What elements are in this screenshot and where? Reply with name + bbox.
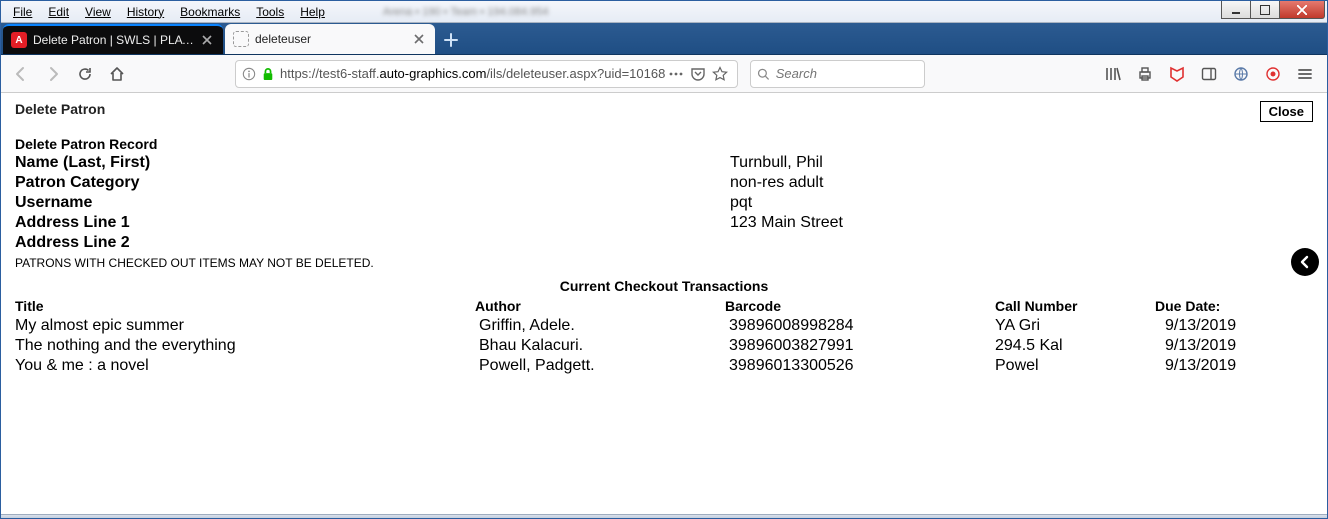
url-text: https://test6-staff.auto-graphics.com/il…: [280, 66, 665, 81]
page-content: Delete Patron Close Delete Patron Record…: [1, 93, 1327, 514]
field-username-value: pqt: [730, 194, 1313, 212]
menu-bookmarks[interactable]: Bookmarks: [172, 3, 248, 21]
delete-warning: PATRONS WITH CHECKED OUT ITEMS MAY NOT B…: [15, 256, 1313, 270]
maximize-button[interactable]: [1250, 1, 1280, 19]
forward-button[interactable]: [39, 60, 67, 88]
field-addr2-label: Address Line 2: [15, 234, 730, 252]
scroll-left-fab[interactable]: [1291, 248, 1319, 276]
col-call: Call Number: [995, 296, 1155, 316]
field-username-label: Username: [15, 194, 730, 212]
tab-2-title: deleteuser: [255, 32, 407, 46]
pocket-icon[interactable]: [687, 66, 709, 82]
menu-edit[interactable]: Edit: [40, 3, 77, 21]
cell-author: Griffin, Adele.: [475, 316, 725, 336]
field-name-value: Turnbull, Phil: [730, 154, 1313, 172]
field-addr1-label: Address Line 1: [15, 214, 730, 232]
bookmark-star-icon[interactable]: [709, 66, 731, 82]
checkout-table: Title Author Barcode Call Number Due Dat…: [15, 296, 1313, 376]
menu-bar: File Edit View History Bookmarks Tools H…: [1, 1, 1327, 23]
record-header: Delete Patron Record: [15, 136, 1313, 152]
sidebar-icon[interactable]: [1197, 62, 1221, 86]
status-bar: [1, 514, 1327, 518]
home-button[interactable]: [103, 60, 131, 88]
cell-due: 9/13/2019: [1155, 336, 1313, 356]
cell-author: Bhau Kalacuri.: [475, 336, 725, 356]
back-button[interactable]: [7, 60, 35, 88]
extension-globe-icon[interactable]: [1229, 62, 1253, 86]
window-controls: [1222, 1, 1325, 19]
menu-file[interactable]: File: [5, 3, 40, 21]
chevron-left-icon: [1298, 255, 1312, 269]
cell-call: Powel: [995, 356, 1155, 376]
app-menu-icon[interactable]: [1293, 62, 1317, 86]
col-title: Title: [15, 296, 475, 316]
tab-1-close-icon[interactable]: [199, 32, 215, 48]
cell-author: Powell, Padgett.: [475, 356, 725, 376]
table-header-row: Title Author Barcode Call Number Due Dat…: [15, 296, 1313, 316]
col-barcode: Barcode: [725, 296, 995, 316]
library-icon[interactable]: [1101, 62, 1125, 86]
close-page-button[interactable]: Close: [1260, 101, 1313, 122]
print-icon[interactable]: [1133, 62, 1157, 86]
url-bar[interactable]: https://test6-staff.auto-graphics.com/il…: [235, 60, 738, 88]
page-actions-icon[interactable]: [665, 66, 687, 82]
cell-barcode: 39896008998284: [725, 316, 995, 336]
search-box[interactable]: [750, 60, 925, 88]
cell-barcode: 39896003827991: [725, 336, 995, 356]
toolbar-icons: [1101, 62, 1321, 86]
cell-title: The nothing and the everything: [15, 336, 475, 356]
search-input[interactable]: [776, 66, 919, 81]
new-tab-button[interactable]: [437, 26, 465, 54]
extension-record-icon[interactable]: [1261, 62, 1285, 86]
tab-1[interactable]: A Delete Patron | SWLS | PLATT |: [3, 24, 223, 54]
site-info-icon[interactable]: [242, 67, 256, 81]
field-addr1-value: 123 Main Street: [730, 214, 1313, 232]
cell-title: My almost epic summer: [15, 316, 475, 336]
field-addr2-value: [730, 234, 1313, 252]
col-author: Author: [475, 296, 725, 316]
field-category-label: Patron Category: [15, 174, 730, 192]
cell-call: 294.5 Kal: [995, 336, 1155, 356]
window-frame: File Edit View History Bookmarks Tools H…: [0, 0, 1328, 519]
minimize-button[interactable]: [1221, 1, 1251, 19]
blank-favicon-icon: [233, 31, 249, 47]
window-close-button[interactable]: [1279, 1, 1325, 19]
cell-title: You & me : a novel: [15, 356, 475, 376]
tab-1-title: Delete Patron | SWLS | PLATT |: [33, 33, 195, 47]
nav-bar: https://test6-staff.auto-graphics.com/il…: [1, 55, 1327, 93]
cell-due: 9/13/2019: [1155, 356, 1313, 376]
table-row: My almost epic summer Griffin, Adele. 39…: [15, 316, 1313, 336]
col-due: Due Date:: [1155, 296, 1313, 316]
search-icon: [757, 67, 769, 81]
cell-call: YA Gri: [995, 316, 1155, 336]
background-window-title: Arena ▪ 190 ▪ Team ▪ 194.084.954: [333, 6, 1323, 18]
tab-2-close-icon[interactable]: [411, 31, 427, 47]
page-title: Delete Patron: [15, 101, 105, 117]
tab-2[interactable]: deleteuser: [225, 24, 435, 54]
checkout-table-title: Current Checkout Transactions: [15, 278, 1313, 294]
patron-field-grid: Name (Last, First) Turnbull, Phil Patron…: [15, 154, 1313, 252]
cell-due: 9/13/2019: [1155, 316, 1313, 336]
menu-view[interactable]: View: [77, 3, 119, 21]
menu-help[interactable]: Help: [292, 3, 333, 21]
lock-icon: [262, 67, 274, 81]
table-row: The nothing and the everything Bhau Kala…: [15, 336, 1313, 356]
cell-barcode: 39896013300526: [725, 356, 995, 376]
menu-history[interactable]: History: [119, 3, 172, 21]
table-row: You & me : a novel Powell, Padgett. 3989…: [15, 356, 1313, 376]
mcafee-icon[interactable]: [1165, 62, 1189, 86]
field-category-value: non-res adult: [730, 174, 1313, 192]
menu-tools[interactable]: Tools: [248, 3, 292, 21]
angular-favicon-icon: A: [11, 32, 27, 48]
field-name-label: Name (Last, First): [15, 154, 730, 172]
tab-strip: A Delete Patron | SWLS | PLATT | deleteu…: [1, 23, 1327, 55]
reload-button[interactable]: [71, 60, 99, 88]
